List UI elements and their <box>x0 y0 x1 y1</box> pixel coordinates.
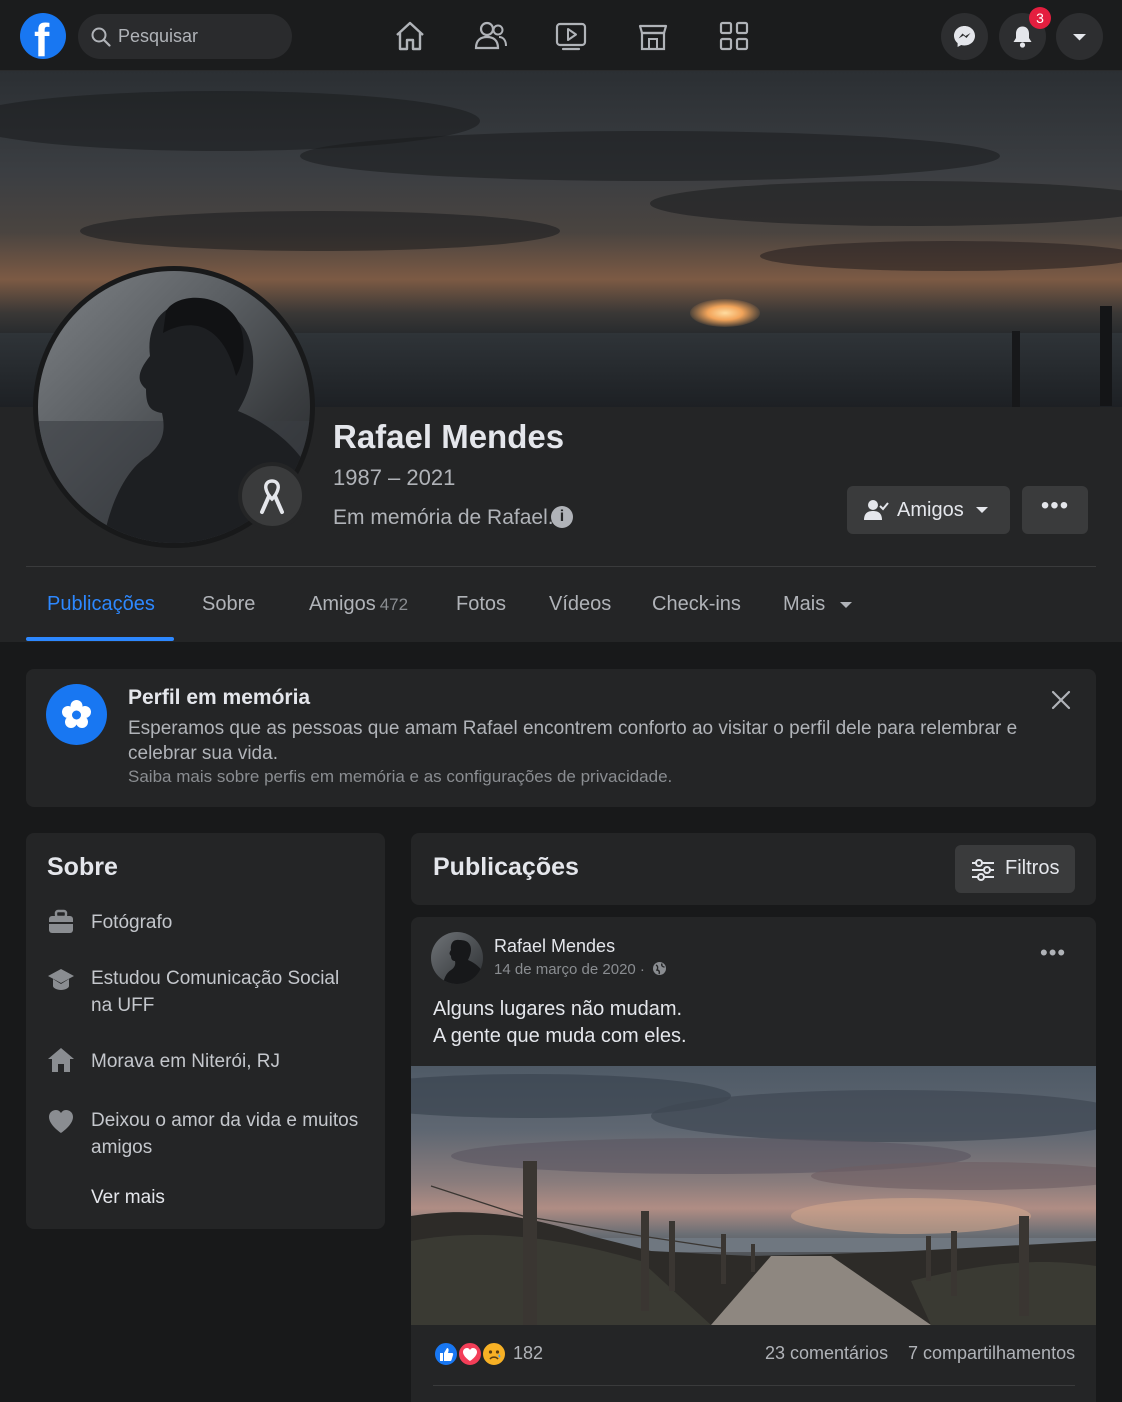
tab-checkins[interactable]: Check-ins <box>652 593 741 616</box>
posts-title: Publicações <box>433 853 579 881</box>
tab-videos[interactable]: Vídeos <box>549 593 611 616</box>
filters-icon <box>972 859 994 881</box>
close-icon[interactable] <box>1048 687 1074 713</box>
search-box[interactable] <box>78 14 292 59</box>
about-item-education: Estudou Comunicação Social na UFF <box>91 968 340 1016</box>
heart-icon <box>49 1110 73 1133</box>
friend-check-icon <box>864 500 889 520</box>
globe-icon <box>653 962 667 975</box>
messenger-icon <box>954 26 975 47</box>
memorial-flower-badge <box>46 684 107 745</box>
account-menu-button[interactable] <box>1056 13 1103 60</box>
post-date-text: 14 de março de 2020 · <box>494 961 645 978</box>
shares-count[interactable]: 7 compartilhamentos <box>908 1343 1075 1364</box>
search-icon <box>91 27 111 47</box>
caret-down-icon <box>976 507 988 513</box>
post-photo[interactable] <box>411 1066 1096 1325</box>
active-tab-indicator <box>26 637 174 641</box>
tab-mais[interactable]: Mais <box>783 593 853 616</box>
filters-button[interactable]: Filtros <box>955 845 1075 893</box>
memorial-ribbon-badge <box>238 462 306 530</box>
tab-label: Check-ins <box>652 593 741 615</box>
like-reaction-icon <box>433 1341 459 1367</box>
facebook-logo-letter: f <box>34 14 50 59</box>
tab-label: Amigos <box>309 593 376 615</box>
tab-amigos[interactable]: Amigos 472 <box>309 593 408 616</box>
about-item-work: Fotógrafo <box>91 912 173 933</box>
profile-name: Rafael Mendes <box>333 418 565 455</box>
tab-sobre[interactable]: Sobre <box>202 593 255 616</box>
love-reaction-icon <box>457 1341 483 1367</box>
sad-reaction-icon <box>481 1341 507 1367</box>
bell-icon <box>1013 26 1032 48</box>
top-navigation-bar: f Pesquisar 3 <box>0 0 1122 71</box>
friends-icon[interactable] <box>473 18 509 54</box>
info-icon[interactable]: i <box>551 506 573 528</box>
profile-more-button[interactable]: ••• <box>1022 486 1088 534</box>
memorial-subtitle: Em memória de Rafael. <box>333 506 554 529</box>
ribbon-icon <box>260 479 284 514</box>
about-item-relationship: Deixou o amor da vida e muitos amigos <box>91 1110 359 1158</box>
caret-down-icon <box>839 601 852 608</box>
facebook-logo-icon[interactable]: f <box>20 13 66 59</box>
post-author-avatar[interactable] <box>431 932 483 984</box>
see-more-link[interactable]: Ver mais <box>91 1187 165 1209</box>
notification-count-badge: 3 <box>1029 7 1051 29</box>
tab-publicacoes[interactable]: Publicações <box>47 593 155 616</box>
memorial-notice-link[interactable]: Saiba mais sobre perfis em memória e as … <box>128 767 672 787</box>
post-text-line: Alguns lugares não mudam. <box>433 998 683 1020</box>
beach-scene-illustration <box>411 1074 1096 1325</box>
tab-label: Sobre <box>202 593 256 615</box>
comments-count[interactable]: 23 comentários <box>765 1343 888 1364</box>
caret-down-icon <box>1073 34 1086 41</box>
friends-count: 472 <box>379 595 409 614</box>
post-text: Alguns lugares não mudam. A gente que mu… <box>433 996 687 1050</box>
flower-icon <box>62 700 91 728</box>
watch-icon[interactable] <box>553 18 589 54</box>
briefcase-icon <box>49 909 73 933</box>
tab-label: Vídeos <box>549 593 612 615</box>
tab-fotos[interactable]: Fotos <box>456 593 506 616</box>
post-footer-divider <box>433 1385 1075 1386</box>
filters-button-label: Filtros <box>1005 857 1060 879</box>
post-options-button[interactable]: ••• <box>1040 940 1066 966</box>
sunset-sun <box>690 299 760 327</box>
post-text-line: A gente que muda com eles. <box>433 1025 687 1047</box>
profile-years: 1987 – 2021 <box>333 465 456 490</box>
tab-label: Publicações <box>47 593 155 615</box>
reactions-summary[interactable] <box>433 1341 513 1367</box>
friends-button[interactable]: Amigos <box>847 486 1010 534</box>
search-input[interactable] <box>118 14 283 59</box>
post-author-name[interactable]: Rafael Mendes <box>494 936 615 957</box>
friends-button-label: Amigos <box>897 499 964 521</box>
memorial-notice-text: Esperamos que as pessoas que amam Rafael… <box>128 718 1018 764</box>
post-date[interactable]: 14 de março de 2020 · <box>494 961 667 978</box>
memorial-notice-title: Perfil em memória <box>128 686 311 709</box>
marketplace-icon[interactable] <box>635 18 671 54</box>
graduation-cap-icon <box>48 969 74 990</box>
house-icon <box>48 1048 74 1072</box>
messenger-button[interactable] <box>941 13 988 60</box>
about-title: Sobre <box>47 853 118 881</box>
avatar-silhouette <box>443 939 483 984</box>
tab-label: Mais <box>783 593 826 615</box>
header-divider <box>26 566 1096 567</box>
home-icon[interactable] <box>392 18 428 54</box>
tab-label: Fotos <box>456 593 507 615</box>
about-card <box>26 833 385 1229</box>
reaction-count[interactable]: 182 <box>513 1343 543 1364</box>
about-item-residence: Morava em Niterói, RJ <box>91 1051 280 1072</box>
menu-grid-icon[interactable] <box>716 18 752 54</box>
